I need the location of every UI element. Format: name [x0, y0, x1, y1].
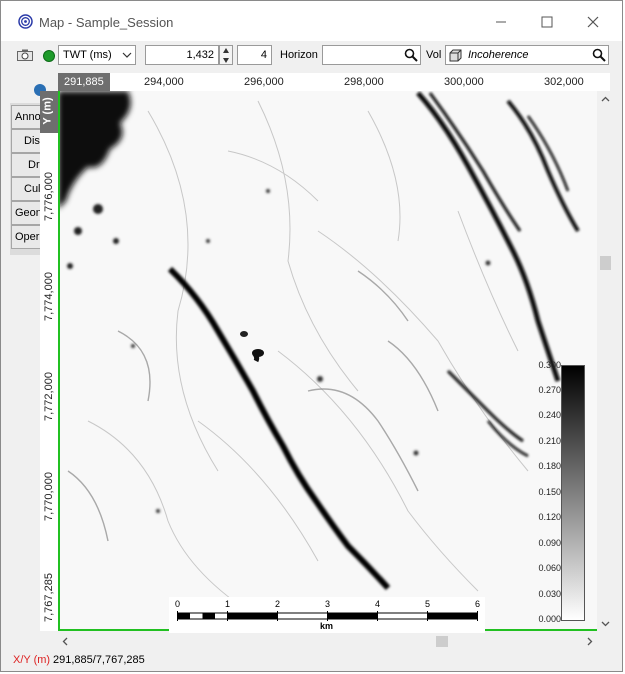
step-input[interactable]: 4	[237, 45, 272, 65]
status-coordinate-value: 291,885/7,767,285	[53, 654, 145, 666]
legend-label: 0.060	[538, 563, 561, 573]
horizon-field[interactable]	[322, 45, 421, 65]
legend-label: 0.300	[538, 360, 561, 370]
cursor-vertical-line	[58, 91, 60, 631]
color-legend: 0.300 0.270 0.240 0.210 0.180 0.150 0.12…	[534, 360, 588, 625]
time-spinner[interactable]	[219, 45, 233, 65]
side-tab-geometry[interactable]: Geon	[11, 201, 41, 225]
close-button[interactable]	[570, 7, 616, 37]
side-tab-operations[interactable]: Opera	[11, 225, 41, 249]
app-logo-icon	[18, 14, 33, 29]
x-tick: 298,000	[344, 76, 384, 88]
window-title: Map - Sample_Session	[39, 15, 174, 30]
minimize-icon	[496, 21, 506, 23]
y-axis-label-box: Y (m)	[40, 91, 58, 133]
scroll-up-icon[interactable]	[601, 95, 610, 104]
scale-bar-graphic	[177, 611, 478, 621]
status-bar: X/Y (m) 291,885/7,767,285	[1, 651, 622, 671]
seismic-attribute-image	[58, 91, 597, 631]
legend-label: 0.030	[538, 589, 561, 599]
map-window: Map - Sample_Session TWT (ms) 1,432 4 Ho…	[0, 0, 623, 672]
scale-unit: km	[320, 621, 334, 631]
y-tick: 7,772,000	[43, 372, 55, 421]
volume-field[interactable]: Incoherence	[445, 45, 609, 65]
y-tick: 7,776,000	[43, 172, 55, 221]
legend-label: 0.210	[538, 436, 561, 446]
vertical-scroll-thumb[interactable]	[600, 256, 611, 270]
scroll-right-icon[interactable]	[585, 637, 594, 646]
y-axis: 7,776,000 7,774,000 7,772,000 7,770,000 …	[40, 91, 58, 631]
legend-label: 0.150	[538, 487, 561, 497]
scale-number: 1	[225, 599, 231, 609]
maximize-button[interactable]	[524, 7, 570, 37]
time-value-input[interactable]: 1,432	[145, 45, 219, 65]
spin-down-icon[interactable]	[222, 56, 230, 64]
x-tick: 294,000	[144, 76, 184, 88]
legend-label: 0.270	[538, 385, 561, 395]
side-tab-draw[interactable]: Dr	[11, 153, 41, 177]
horizontal-scroll-thumb[interactable]	[436, 636, 448, 647]
horizontal-scrollbar[interactable]	[58, 633, 597, 650]
incoherence-map-canvas[interactable]	[58, 91, 597, 631]
legend-label: 0.120	[538, 512, 561, 522]
side-tab-annotation[interactable]: Anno	[11, 105, 41, 129]
map-toolbar: TWT (ms) 1,432 4 Horizon Vol Incoherence	[1, 41, 622, 71]
y-tick: 7,767,285	[43, 573, 55, 622]
legend-label: 0.000	[538, 614, 561, 624]
scale-number: 3	[325, 599, 331, 609]
legend-label: 0.240	[538, 410, 561, 420]
y-tick: 7,774,000	[43, 272, 55, 321]
status-coordinate-label: X/Y (m)	[13, 654, 51, 666]
scale-bar: 0 1 2 3 4 5 6 km	[169, 597, 485, 633]
camera-icon[interactable]	[17, 49, 33, 61]
vol-label: Vol	[426, 49, 442, 61]
x-tick: 296,000	[244, 76, 284, 88]
volume-cube-icon	[449, 49, 462, 62]
legend-label: 0.090	[538, 538, 561, 548]
side-tab-display[interactable]: Disp	[11, 129, 41, 153]
x-axis: 291,885 294,000 296,000 298,000 300,000 …	[58, 73, 610, 91]
vertical-scrollbar[interactable]	[597, 91, 614, 631]
horizon-label: Horizon	[280, 49, 318, 61]
close-icon	[587, 16, 599, 28]
y-tick: 7,770,000	[43, 472, 55, 521]
scale-number: 2	[275, 599, 281, 609]
domain-select[interactable]: TWT (ms)	[58, 45, 136, 65]
scroll-left-icon[interactable]	[61, 637, 70, 646]
minimize-button[interactable]	[478, 7, 524, 37]
y-axis-label: Y (m)	[41, 97, 54, 125]
scale-number: 0	[175, 599, 181, 609]
spin-up-icon[interactable]	[222, 47, 230, 55]
legend-color-bar	[561, 365, 585, 621]
scale-number: 5	[425, 599, 431, 609]
horizon-search-icon[interactable]	[404, 48, 418, 62]
side-tab-culture[interactable]: Cult	[11, 177, 41, 201]
scroll-down-icon[interactable]	[601, 619, 610, 628]
x-tick: 300,000	[444, 76, 484, 88]
title-bar[interactable]: Map - Sample_Session	[1, 1, 622, 41]
status-dot-icon[interactable]	[43, 50, 55, 62]
domain-select-value: TWT (ms)	[63, 49, 112, 61]
scale-number: 4	[375, 599, 381, 609]
scale-number: 6	[475, 599, 481, 609]
legend-label: 0.180	[538, 461, 561, 471]
maximize-icon	[541, 16, 553, 28]
chevron-down-icon	[122, 52, 132, 58]
volume-search-icon[interactable]	[592, 48, 606, 62]
x-tick: 302,000	[544, 76, 584, 88]
x-axis-corner-value: 291,885	[58, 73, 110, 91]
volume-value: Incoherence	[468, 49, 529, 61]
